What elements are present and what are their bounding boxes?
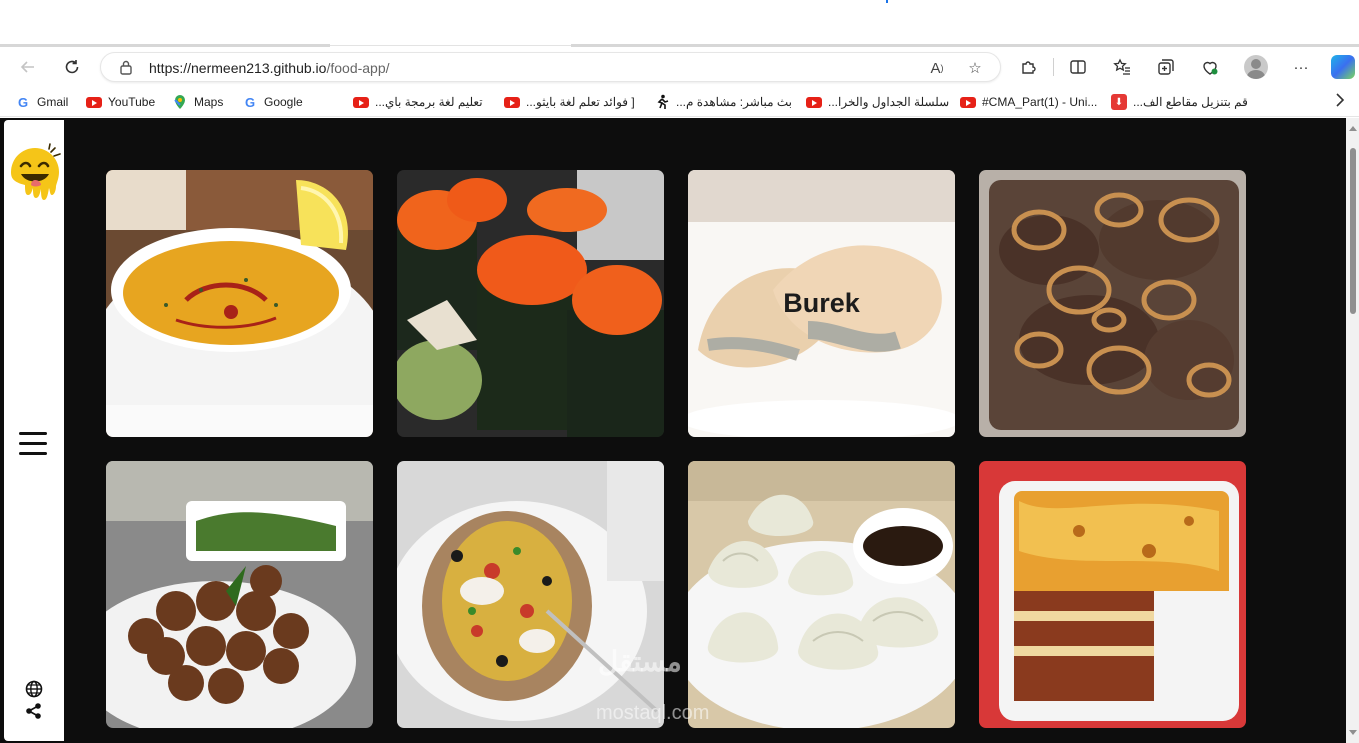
share-icon[interactable] (25, 702, 43, 720)
bookmark-label: قم بتنزيل مقاطع الف... (1133, 95, 1248, 109)
bookmark-item[interactable]: [ فوائد تعلم لغة بايثو... (504, 94, 635, 110)
food-card-falafel[interactable] (106, 461, 373, 728)
tab-strip (0, 0, 1359, 47)
youtube-icon (960, 96, 976, 108)
collections-icon[interactable] (1155, 56, 1177, 78)
back-button[interactable] (14, 53, 42, 81)
youtube-icon (353, 96, 369, 108)
refresh-button[interactable] (58, 53, 86, 81)
navigation-bar: https://nermeen213.github.io/food-app/ A… (0, 47, 1359, 87)
bookmark-item[interactable] (320, 94, 335, 110)
liver-onions-image (979, 170, 1246, 437)
puzzle-icon (1022, 61, 1036, 74)
more-menu-icon[interactable]: ··· (1290, 56, 1312, 78)
bookmark-item[interactable]: تعليم لغة برمجة باي... (353, 94, 483, 110)
bookmark-label: Google (264, 95, 303, 109)
address-bar[interactable]: https://nermeen213.github.io/food-app/ A… (100, 52, 1001, 82)
favorite-star-icon[interactable]: ☆ (965, 58, 985, 78)
runner-icon (654, 94, 670, 110)
food-card-dumplings[interactable] (688, 461, 955, 728)
page-scrollbar[interactable] (1346, 118, 1359, 743)
card-caption: Burek (783, 288, 860, 318)
youtube-icon (504, 96, 520, 108)
bookmark-label: بث مباشر: مشاهدة م... (676, 95, 792, 109)
youtube-icon (86, 96, 102, 108)
url-text: https://nermeen213.github.io/food-app/ (149, 60, 390, 76)
lock-icon (120, 60, 132, 75)
bookmark-item[interactable]: ⬇ قم بتنزيل مقاطع الف... (1111, 94, 1248, 110)
maps-icon (172, 94, 188, 110)
bookmark-item[interactable]: #CMA_Part(1) - Uni... (960, 94, 1097, 110)
refresh-icon (65, 60, 79, 74)
stuffed-potato-image (397, 461, 664, 728)
smiley-logo-icon[interactable] (7, 142, 63, 208)
bookmark-item[interactable]: G Gmail (15, 94, 68, 110)
lentil-soup-image (106, 170, 373, 437)
download-icon: ⬇ (1111, 94, 1127, 110)
bookmark-item[interactable]: YouTube (86, 94, 155, 110)
chevron-right-icon[interactable] (1335, 93, 1345, 110)
url-host: https://nermeen213.github.io (149, 60, 327, 76)
food-card-burek[interactable]: Burek (688, 170, 955, 437)
browser-essentials-icon[interactable] (1199, 56, 1221, 78)
bookmarks-bar: G Gmail YouTube Maps G Google تعليم لغة بر… (0, 87, 1359, 117)
read-aloud-icon[interactable]: A) (927, 58, 947, 78)
lasagna-image (979, 461, 1246, 728)
globe-icon[interactable] (25, 680, 43, 698)
url-path: /food-app/ (326, 60, 390, 76)
sushi-image (397, 170, 664, 437)
food-card-soup[interactable] (106, 170, 373, 437)
back-arrow-icon (20, 61, 34, 73)
bookmark-label: #CMA_Part(1) - Uni... (982, 95, 1098, 109)
microsoft-icon (320, 95, 335, 110)
toolbar-divider (1053, 58, 1054, 76)
bookmark-label: سلسلة الجداول والخرا... (828, 95, 950, 109)
copilot-icon[interactable] (1331, 55, 1355, 79)
watermark-site: mostaql.com (596, 702, 710, 724)
browser-window: https://nermeen213.github.io/food-app/ A… (0, 0, 1359, 743)
youtube-icon (806, 96, 822, 108)
hamburger-menu-button[interactable] (19, 432, 49, 458)
food-card-sushi[interactable] (397, 170, 664, 437)
google-icon: G (244, 94, 256, 110)
bookmark-label: [ فوائد تعلم لغة بايثو... (526, 95, 635, 109)
google-icon: G (17, 94, 29, 110)
bookmark-label: YouTube (108, 95, 156, 109)
food-card-kumpir[interactable] (397, 461, 664, 728)
food-card-lasagna[interactable] (979, 461, 1246, 728)
sidebar (4, 120, 64, 741)
watermark-text: مستقل (598, 646, 682, 677)
profile-avatar[interactable] (1244, 55, 1268, 79)
falafel-image (106, 461, 373, 728)
dumplings-image (688, 461, 955, 728)
tab-dot (886, 0, 888, 3)
bookmark-item[interactable]: سلسلة الجداول والخرا... (806, 94, 949, 110)
food-card-liver[interactable] (979, 170, 1246, 437)
scroll-up-icon[interactable] (1349, 126, 1357, 131)
page-viewport: Burek مستقل mostaql.com (0, 118, 1359, 743)
bookmark-label: Maps (194, 95, 224, 109)
scrollbar-thumb[interactable] (1350, 148, 1356, 314)
bookmark-item[interactable]: Maps (172, 94, 223, 110)
favorites-icon[interactable] (1111, 56, 1133, 78)
bookmark-label: Gmail (37, 95, 69, 109)
bookmark-item[interactable]: G Google (242, 94, 303, 110)
bookmark-item[interactable]: بث مباشر: مشاهدة م... (654, 94, 792, 110)
extensions-icon[interactable] (1018, 56, 1040, 78)
split-screen-icon[interactable] (1067, 56, 1089, 78)
bookmark-label: تعليم لغة برمجة باي... (375, 95, 483, 109)
scroll-down-icon[interactable] (1349, 730, 1357, 735)
